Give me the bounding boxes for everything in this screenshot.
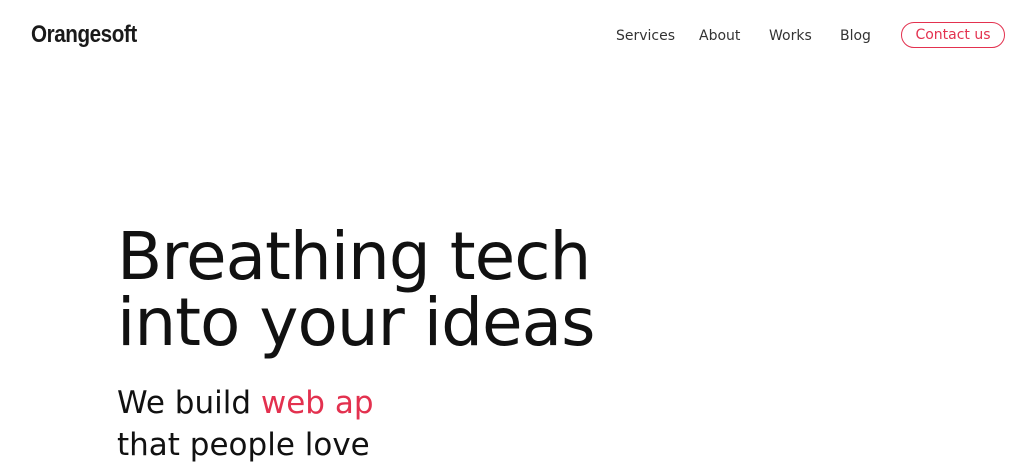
hero-title: Breathing tech into your ideas	[117, 218, 595, 361]
hero-title-line-2: into your ideas	[117, 284, 595, 361]
contact-us-button[interactable]: Contact us	[901, 22, 1005, 48]
hero-subtitle-line-2: that people love	[117, 427, 370, 463]
nav-link-about[interactable]: About	[699, 23, 740, 49]
hero-subtitle: We build web ap that people love	[117, 382, 374, 466]
nav-link-blog[interactable]: Blog	[840, 23, 871, 49]
nav-link-works[interactable]: Works	[769, 23, 812, 49]
hero-subtitle-prefix: We build	[117, 385, 261, 421]
nav-link-services[interactable]: Services	[616, 23, 675, 49]
hero-subtitle-typed-highlight: web ap	[260, 385, 374, 421]
hero-title-line-1: Breathing tech	[117, 218, 591, 295]
main-nav: Services About Works Blog	[0, 23, 1024, 49]
hero-subtitle-line-1: We build web ap	[117, 382, 374, 424]
